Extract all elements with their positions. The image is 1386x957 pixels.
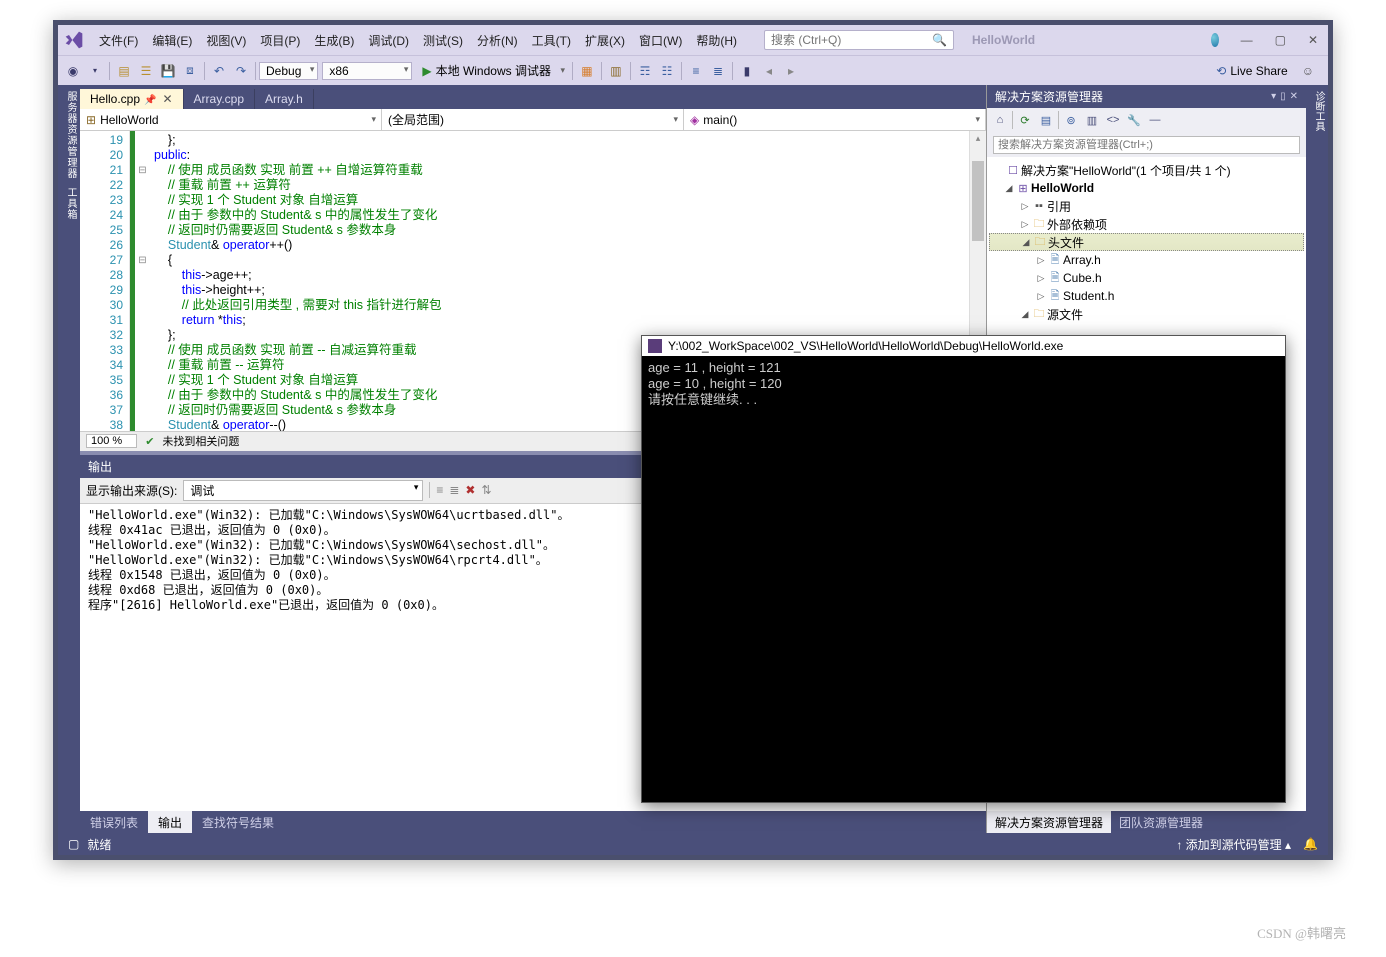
close-icon[interactable]: ✕ <box>162 92 172 106</box>
save-button[interactable]: 💾 <box>157 60 179 82</box>
tab-error-list[interactable]: 错误列表 <box>80 811 148 833</box>
editor-tabs: Hello.cpp📌✕ Array.cpp Array.h <box>80 85 986 109</box>
solution-toolbar: ⌂ ⟳ ▤ ⊚ ▥ <> 🔧 ― <box>987 108 1306 132</box>
uncomment-icon[interactable]: ☷ <box>656 60 678 82</box>
next-bm-icon[interactable]: ▸ <box>780 60 802 82</box>
sol-props-icon[interactable]: 🔧 <box>1125 111 1143 129</box>
tab-array-cpp[interactable]: Array.cpp <box>184 89 255 109</box>
undo-button[interactable]: ↶ <box>208 60 230 82</box>
menu-分析(N)[interactable]: 分析(N) <box>470 32 525 49</box>
status-bar: ▢ 就绪 ↑ 添加到源代码管理 ▴ 🔔 <box>58 833 1328 855</box>
scope-bar: ⊞HelloWorld (全局范围) ◈main() <box>80 109 986 131</box>
notification-icon[interactable]: 🔔 <box>1303 837 1318 851</box>
comment-icon[interactable]: ☶ <box>634 60 656 82</box>
config-combo[interactable]: Debug <box>259 62 318 80</box>
out-tool1[interactable]: ≡ <box>436 483 443 497</box>
open-button[interactable]: ☰ <box>135 60 157 82</box>
prev-bm-icon[interactable]: ◂ <box>758 60 780 82</box>
tab-hello-cpp[interactable]: Hello.cpp📌✕ <box>80 89 184 109</box>
left-sidebar-strip[interactable]: 服务器资源管理器 工具箱 <box>58 85 80 833</box>
menu-调试(D)[interactable]: 调试(D) <box>361 32 416 49</box>
saveall-button[interactable]: ⧈ <box>179 60 201 82</box>
console-icon <box>648 339 662 353</box>
start-button[interactable]: ▶ 本地 Windows 调试器 <box>416 60 569 81</box>
solution-title: 解决方案资源管理器 ▾▯✕ <box>987 85 1306 108</box>
live-share[interactable]: ⟲ Live Share ☺ <box>1216 64 1324 78</box>
platform-combo[interactable]: x86 <box>322 62 412 80</box>
menu-帮助(H)[interactable]: 帮助(H) <box>689 32 744 49</box>
watermark: CSDN @韩曙亮 <box>1257 923 1346 942</box>
console-title-bar[interactable]: Y:\002_WorkSpace\002_VS\HelloWorld\Hello… <box>642 336 1285 356</box>
out-tool4[interactable]: ⇅ <box>481 483 491 497</box>
live-share-icon: ⟲ <box>1216 64 1226 78</box>
solution-bottom-tabs: 解决方案资源管理器 团队资源管理器 <box>987 811 1306 833</box>
menu-测试(S)[interactable]: 测试(S) <box>416 32 470 49</box>
menu-扩展(X)[interactable]: 扩展(X) <box>578 32 632 49</box>
scope-project[interactable]: ⊞HelloWorld <box>80 109 382 130</box>
tab-output[interactable]: 输出 <box>148 811 192 833</box>
maximize-button[interactable]: ▢ <box>1271 33 1290 47</box>
bookmark-icon[interactable]: ▮ <box>736 60 758 82</box>
sol-collapse-icon[interactable]: ▤ <box>1037 111 1055 129</box>
minimize-button[interactable]: — <box>1237 33 1257 47</box>
feedback-icon[interactable]: ☺ <box>1302 64 1314 78</box>
tab-find-symbol[interactable]: 查找符号结果 <box>192 811 284 833</box>
console-window[interactable]: Y:\002_WorkSpace\002_VS\HelloWorld\Hello… <box>641 335 1286 803</box>
menu-文件(F)[interactable]: 文件(F) <box>92 32 145 49</box>
source-control[interactable]: ↑ 添加到源代码管理 ▴ <box>1176 836 1291 853</box>
outdent-icon[interactable]: ≣ <box>707 60 729 82</box>
sol-view-icon[interactable]: ― <box>1146 111 1164 129</box>
search-box[interactable]: 🔍 <box>764 30 954 50</box>
close-button[interactable]: ✕ <box>1304 33 1322 47</box>
solution-search <box>987 132 1306 157</box>
menu-工具(T)[interactable]: 工具(T) <box>525 32 578 49</box>
output-source-combo[interactable]: 调试 <box>183 480 423 501</box>
out-tool3[interactable]: ✖ <box>465 483 475 497</box>
out-tool2[interactable]: ≣ <box>449 483 459 497</box>
new-button[interactable]: ▤ <box>113 60 135 82</box>
sol-refresh-icon[interactable]: ⟳ <box>1016 111 1034 129</box>
indent-icon[interactable]: ≡ <box>685 60 707 82</box>
menu-窗口(W)[interactable]: 窗口(W) <box>632 32 689 49</box>
solution-search-input[interactable] <box>993 136 1300 154</box>
sol-home-icon[interactable]: ⌂ <box>991 111 1009 129</box>
window-icon: ▢ <box>68 837 79 851</box>
tool2-icon[interactable]: ▥ <box>605 60 627 82</box>
tab-array-h[interactable]: Array.h <box>255 89 314 109</box>
avatar-icon[interactable] <box>1207 33 1223 47</box>
output-bottom-tabs: 错误列表 输出 查找符号结果 <box>80 811 986 833</box>
scope-class[interactable]: (全局范围) <box>382 109 684 130</box>
menu-项目(P)[interactable]: 项目(P) <box>253 32 307 49</box>
app-name: HelloWorld <box>972 33 1035 47</box>
menu-编辑(E)[interactable]: 编辑(E) <box>145 32 199 49</box>
console-body: age = 11 , height = 121 age = 10 , heigh… <box>642 356 1285 802</box>
vs-logo-icon <box>64 30 84 50</box>
menu-bar: 文件(F)编辑(E)视图(V)项目(P)生成(B)调试(D)测试(S)分析(N)… <box>58 25 1328 55</box>
scope-func[interactable]: ◈main() <box>684 109 986 130</box>
fwd-button[interactable]: ▾ <box>84 60 106 82</box>
menu-生成(B)[interactable]: 生成(B) <box>307 32 361 49</box>
search-input[interactable] <box>771 33 932 47</box>
main-toolbar: ◉ ▾ ▤ ☰ 💾 ⧈ ↶ ↷ Debug x86 ▶ 本地 Windows 调… <box>58 55 1328 85</box>
play-icon: ▶ <box>422 64 431 78</box>
sol-code-icon[interactable]: <> <box>1104 111 1122 129</box>
menu-视图(V)[interactable]: 视图(V) <box>199 32 253 49</box>
sol-showall-icon[interactable]: ▥ <box>1083 111 1101 129</box>
zoom-combo[interactable]: 100 % <box>86 434 137 448</box>
pin-icon: 📌 <box>144 95 156 106</box>
tool-icon[interactable]: ▦ <box>576 60 598 82</box>
ok-icon: ✔ <box>145 435 154 448</box>
back-button[interactable]: ◉ <box>62 60 84 82</box>
stab-team[interactable]: 团队资源管理器 <box>1111 811 1211 833</box>
right-sidebar-strip[interactable]: 诊断工具 <box>1306 85 1328 833</box>
sol-sync-icon[interactable]: ⊚ <box>1062 111 1080 129</box>
search-icon: 🔍 <box>932 33 947 47</box>
redo-button[interactable]: ↷ <box>230 60 252 82</box>
stab-solution[interactable]: 解决方案资源管理器 <box>987 811 1111 833</box>
